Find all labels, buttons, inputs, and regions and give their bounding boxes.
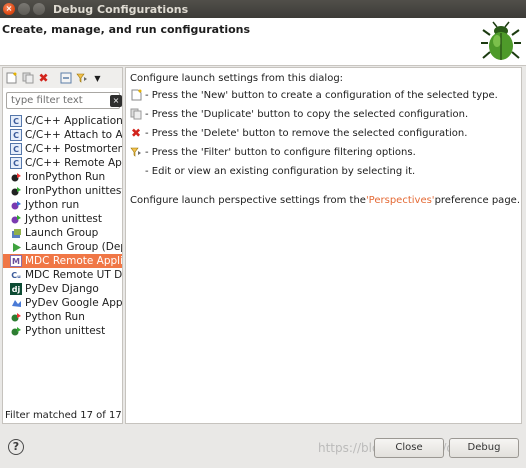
configuration-tree-panel: ✖ ▼ type filter text × C C/C++ Applicatio… [2, 67, 123, 424]
configuration-details-panel: Configure launch settings from this dial… [125, 67, 522, 424]
cpp-attach-icon: C [10, 129, 22, 141]
filter-placeholder: type filter text [11, 95, 83, 106]
perspective-prefix: Configure launch perspective settings fr… [130, 195, 366, 206]
google-app-icon [10, 297, 22, 309]
new-config-icon[interactable] [5, 72, 18, 85]
tree-item-pydev-django[interactable]: dj PyDev Django [3, 282, 122, 296]
tree-item-mdc-remote-ut[interactable]: Cᵤ MDC Remote UT Debu [3, 268, 122, 282]
perspective-suffix: preference page. [434, 195, 520, 206]
help-line-text: - Press the 'Duplicate' button to copy t… [145, 108, 469, 120]
tree-item-label: C/C++ Remote Applica [25, 157, 122, 169]
django-icon: dj [10, 283, 22, 295]
cpp-app-icon: C [10, 115, 22, 127]
delete-icon[interactable]: ✖ [37, 71, 50, 85]
close-button[interactable]: Close [374, 438, 444, 458]
tree-item-label: PyDev Django [25, 283, 99, 295]
launch-group-icon [10, 227, 22, 239]
python-unittest-icon [10, 325, 22, 337]
intro-text: Configure launch settings from this dial… [130, 73, 344, 84]
ironpython-run-icon [10, 171, 22, 183]
tree-item-label: Jython run [25, 199, 80, 211]
perspectives-link[interactable]: 'Perspectives' [366, 195, 435, 206]
tree-item-launch-group-deprecated[interactable]: Launch Group (Deprec [3, 240, 122, 254]
tree-item-cpp-postmortem[interactable]: CC/C++ Postmortem De [3, 142, 122, 156]
cpp-remote-icon: C [10, 157, 22, 169]
perspective-text: Configure launch perspective settings fr… [130, 195, 520, 206]
tree-item-label: Python Run [25, 311, 85, 323]
header-title: Create, manage, and run configurations [2, 23, 251, 36]
filter-status: Filter matched 17 of 17 ite [5, 410, 122, 421]
title-bar: × Debug Configurations [0, 0, 526, 18]
tree-item-label: PyDev Google App Ru [25, 297, 123, 309]
tree-item-label: Launch Group [25, 227, 99, 239]
jython-unittest-icon [10, 213, 22, 225]
tree-item-label: C/C++ Attach to Applic [25, 129, 123, 141]
view-menu-icon[interactable]: ▼ [91, 72, 104, 85]
window-title: Debug Configurations [53, 2, 189, 16]
help-line-duplicate: - Press the 'Duplicate' button to copy t… [130, 108, 468, 120]
tree-toolbar: ✖ ▼ [3, 68, 122, 88]
help-line-edit: - Edit or view an existing configuration… [130, 165, 415, 177]
window-close-icon[interactable]: × [3, 3, 15, 15]
filter-icon [130, 146, 142, 158]
collapse-all-icon[interactable] [59, 72, 72, 85]
tree-item-launch-group[interactable]: Launch Group [3, 226, 122, 240]
tree-item-cpp-remote[interactable]: CC/C++ Remote Applica [3, 156, 122, 170]
tree-item-label: MDC Remote UT Debu [25, 269, 123, 281]
help-line-text: - Press the 'Filter' button to configure… [145, 146, 416, 158]
python-run-icon [10, 311, 22, 323]
help-icon[interactable]: ? [8, 439, 24, 455]
tree-item-ironpython-run[interactable]: IronPython Run [3, 170, 122, 184]
help-line-filter: - Press the 'Filter' button to configure… [130, 146, 416, 158]
launch-group-deprecated-icon [10, 241, 22, 253]
delete-icon: ✖ [130, 126, 142, 140]
help-line-text: - Press the 'Delete' button to remove th… [145, 127, 468, 139]
window-minimize-icon[interactable] [18, 3, 30, 15]
debug-button[interactable]: Debug [449, 438, 519, 458]
new-config-icon [130, 89, 142, 101]
tree-item-label: IronPython unittest [25, 185, 123, 197]
window-maximize-icon[interactable] [33, 3, 45, 15]
tree-item-label: C/C++ Postmortem De [25, 143, 123, 155]
tree-item-label: Launch Group (Deprec [25, 241, 122, 253]
tree-item-label: IronPython Run [25, 171, 106, 183]
tree-item-python-unittest[interactable]: Python unittest [3, 324, 122, 338]
tree-item-label: C/C++ Application [25, 115, 123, 127]
tree-item-cpp-attach[interactable]: CC/C++ Attach to Applic [3, 128, 122, 142]
tree-item-label: Python unittest [25, 325, 106, 337]
tree-item-jython-unittest[interactable]: Jython unittest [3, 212, 122, 226]
help-line-text: - Press the 'New' button to create a con… [145, 89, 498, 101]
help-line-text: - Edit or view an existing configuration… [145, 165, 416, 177]
duplicate-icon[interactable] [21, 72, 34, 85]
clear-filter-icon[interactable]: × [110, 95, 122, 107]
bug-icon [481, 21, 521, 60]
filter-input[interactable]: type filter text × [6, 92, 122, 109]
duplicate-icon [130, 108, 142, 120]
tree-item-mdc-remote-application[interactable]: MMDC Remote Applicat [3, 254, 122, 268]
cpp-postmortem-icon: C [10, 143, 22, 155]
tree-item-label: MDC Remote Applicat [25, 255, 123, 267]
tree-item-python-run[interactable]: Python Run [3, 310, 122, 324]
tree-item-cpp-application[interactable]: C C/C++ Application [3, 114, 122, 128]
help-line-delete: ✖ - Press the 'Delete' button to remove … [130, 126, 468, 140]
tree-item-pydev-google-app[interactable]: PyDev Google App Ru [3, 296, 122, 310]
tree-item-jython-run[interactable]: Jython run [3, 198, 122, 212]
mdc-remote-icon: M [10, 255, 22, 267]
configuration-tree: CC/C++ Application CC/C++ Attach to Appl… [3, 112, 122, 338]
mdc-remote-ut-icon: Cᵤ [11, 270, 21, 280]
tree-item-label: Jython unittest [25, 213, 103, 225]
tree-item-ironpython-unittest[interactable]: IronPython unittest [3, 184, 122, 198]
filter-icon[interactable] [75, 72, 88, 85]
dialog-header: Create, manage, and run configurations [0, 18, 526, 66]
ironpython-unittest-icon [10, 185, 22, 197]
jython-run-icon [10, 199, 22, 211]
help-line-new: - Press the 'New' button to create a con… [130, 89, 498, 101]
